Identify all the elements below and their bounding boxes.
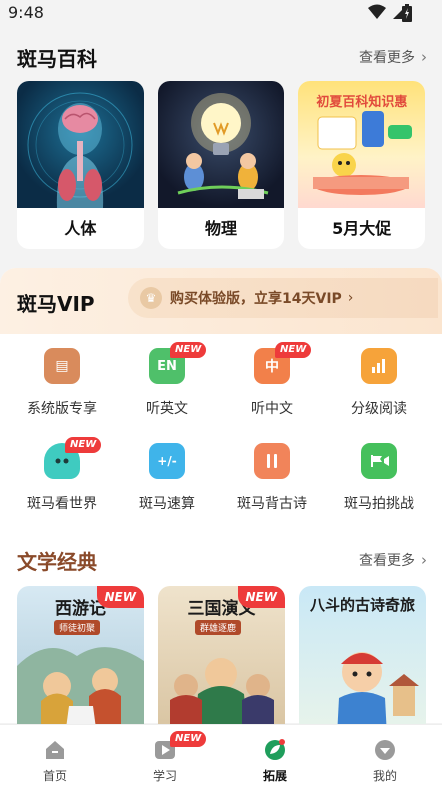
book-journey-west[interactable]: 西游记 师徒初聚 NEW — [17, 586, 144, 736]
tab-label: 学习 — [152, 769, 177, 783]
chevron-right-icon: › — [421, 48, 427, 66]
feature-label: 系统版专享 — [27, 401, 97, 417]
human-body-image — [17, 81, 144, 208]
literature-header: 文学经典 查看更多 › — [17, 546, 427, 574]
new-tag: NEW — [237, 586, 285, 608]
status-time: 9:48 — [8, 3, 44, 22]
feature-label: 斑马背古诗 — [237, 496, 307, 512]
new-badge: NEW — [65, 437, 102, 453]
more-label: 查看更多 — [359, 553, 415, 569]
book-subtitle: 师徒初聚 — [54, 620, 101, 635]
encyclopedia-more-link[interactable]: 查看更多 › — [359, 47, 427, 67]
feature-label: 听英文 — [146, 401, 188, 417]
tab-home[interactable]: 首页 — [0, 725, 110, 788]
physics-image — [157, 81, 285, 208]
card-human-body[interactable]: 人体 — [17, 81, 144, 249]
bottom-tab-bar: 首页 NEW 学习 拓展 我的 — [0, 724, 442, 788]
more-label: 查看更多 — [359, 50, 415, 66]
scroll-icon — [254, 443, 290, 479]
feature-label: 听中文 — [251, 401, 293, 417]
feature-ancient-poetry[interactable]: 斑马背古诗 — [217, 443, 327, 523]
vip-promo-button[interactable]: ♛ 购买体验版，立享14天VIP › — [128, 278, 438, 318]
feature-label: 斑马拍挑战 — [344, 496, 414, 512]
battery-icon — [402, 4, 412, 22]
calc-icon: +/- — [149, 443, 185, 479]
video-flag-icon — [361, 443, 397, 479]
crown-icon: ♛ — [140, 287, 162, 309]
encyclopedia-header: 斑马百科 查看更多 › — [17, 43, 427, 71]
encyclopedia-title: 斑马百科 — [17, 47, 97, 71]
feature-label: 斑马看世界 — [27, 496, 97, 512]
vip-title: 斑马VIP — [17, 292, 95, 316]
home-icon — [46, 741, 64, 759]
feature-listen-english[interactable]: EN NEW 听英文 — [112, 342, 222, 428]
tab-expand[interactable]: 拓展 — [220, 725, 330, 788]
feature-photo-challenge[interactable]: 斑马拍挑战 — [324, 443, 434, 523]
feature-quick-math[interactable]: +/- 斑马速算 — [112, 443, 222, 523]
tab-profile[interactable]: 我的 — [330, 725, 440, 788]
feature-listen-chinese[interactable]: 中 NEW 听中文 — [217, 342, 327, 428]
book-chart-icon — [361, 348, 397, 384]
feature-zebra-world[interactable]: NEW 斑马看世界 — [7, 437, 117, 523]
card-physics[interactable]: 物理 — [157, 81, 285, 249]
book-three-kingdoms[interactable]: 三国演义 群雄逐鹿 NEW — [158, 586, 285, 736]
feature-graded-reading[interactable]: 分级阅读 — [324, 348, 434, 428]
status-bar: 9:48 — [0, 0, 442, 28]
card-icon: ▤ — [44, 348, 80, 384]
feature-label: 斑马速算 — [139, 496, 195, 512]
new-badge: NEW — [170, 731, 207, 747]
chevron-right-icon: › — [347, 290, 354, 306]
vip-promo-text: 购买体验版，立享14天VIP — [170, 291, 342, 307]
card-label: 5月大促 — [332, 219, 392, 238]
wifi-icon — [368, 4, 386, 19]
tab-label: 我的 — [372, 769, 397, 783]
feature-label: 分级阅读 — [351, 401, 407, 417]
new-tag: NEW — [96, 586, 144, 608]
literature-books: 西游记 师徒初聚 NEW 三国演义 群雄逐鹿 NEW 八斗的古诗奇旅 — [17, 586, 427, 736]
leaf-icon — [265, 739, 285, 760]
profile-icon — [375, 740, 395, 760]
card-label: 人体 — [64, 219, 97, 238]
encyclopedia-cards: 人体 物理 初夏百科知识惠 5月大促 — [17, 81, 426, 249]
card-may-sale[interactable]: 初夏百科知识惠 5月大促 — [298, 81, 426, 249]
card-label: 物理 — [205, 219, 238, 238]
tab-study[interactable]: NEW 学习 — [110, 725, 220, 788]
book-subtitle: 群雄逐鹿 — [195, 620, 242, 635]
literature-more-link[interactable]: 查看更多 › — [359, 550, 427, 570]
tab-label: 首页 — [42, 769, 67, 783]
literature-title: 文学经典 — [17, 550, 97, 574]
book-poetry-journey[interactable]: 八斗的古诗奇旅 — [299, 586, 426, 736]
chevron-right-icon: › — [421, 551, 427, 569]
new-badge: NEW — [275, 342, 312, 358]
new-badge: NEW — [170, 342, 207, 358]
may-sale-image: 初夏百科知识惠 — [298, 81, 426, 208]
feature-system-exclusive[interactable]: ▤ 系统版专享 — [7, 348, 117, 428]
book-title: 八斗的古诗奇旅 — [309, 596, 415, 614]
tab-label: 拓展 — [262, 769, 287, 783]
